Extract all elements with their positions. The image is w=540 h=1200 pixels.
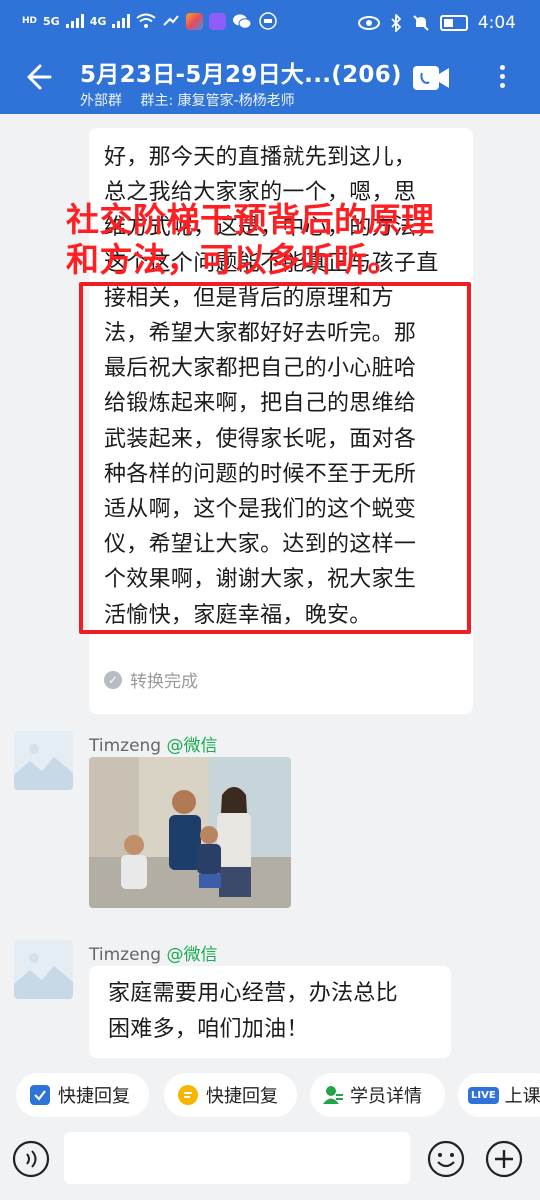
live-class-label: 上课: [504, 1086, 540, 1107]
student-details-button[interactable]: 学员详情: [310, 1073, 445, 1117]
hd-label: HD: [22, 16, 38, 26]
music-app-icon: [209, 12, 227, 30]
status-bar: HD 5G 4G 4:04: [0, 0, 540, 50]
video-call-icon[interactable]: [412, 65, 450, 91]
chat-subtitle: 外部群 群主: 康复管家-杨杨老师: [80, 90, 295, 110]
message-text: 家庭需要用心经营，办法总比 困难多，咱们加油！: [108, 981, 398, 1042]
top-bar: HD 5G 4G 4:04 5月23日-5月29日大...(206) 外部群 群…: [0, 0, 540, 114]
hd-badge-icon: [259, 12, 278, 30]
status-left: HD 5G 4G: [22, 12, 278, 30]
quick-reply-icon: [178, 1085, 198, 1105]
image-placeholder-icon: [14, 940, 73, 999]
chat-header: 5月23日-5月29日大...(206) 外部群 群主: 康复管家-杨杨老师: [0, 50, 540, 114]
annotation-text: 社交阶梯干预背后的原理 和方法，可以多听听。: [66, 200, 435, 279]
more-options-icon[interactable]: [490, 62, 514, 96]
wechat-icon: [233, 14, 252, 29]
quick-action-bar: 快捷回复 快捷回复 学员详情 LIVE 上课: [0, 1058, 540, 1132]
live-class-button[interactable]: LIVE 上课: [458, 1073, 540, 1117]
app-notification-icon: [186, 12, 204, 30]
annotation-highlight-box: [79, 282, 471, 634]
student-details-label: 学员详情: [350, 1086, 422, 1107]
wifi-icon: [136, 13, 157, 28]
quick-reply-icon: [30, 1085, 50, 1105]
signal-icon: [65, 14, 84, 28]
quick-reply-button[interactable]: 快捷回复: [16, 1073, 149, 1117]
input-bar: [0, 1132, 540, 1200]
network-4g-label: 4G: [89, 14, 107, 28]
check-circle-icon: ✓: [104, 670, 122, 689]
wechat-tag: @微信: [166, 736, 218, 756]
add-attachment-icon[interactable]: [485, 1140, 523, 1178]
image-placeholder-icon: [14, 731, 73, 790]
status-time: 4:04: [477, 13, 516, 33]
emoji-icon[interactable]: [427, 1140, 465, 1178]
conversion-status-label: 转换完成: [130, 672, 198, 692]
student-icon: [322, 1085, 343, 1105]
quick-reply-button[interactable]: 快捷回复: [164, 1073, 297, 1117]
network-5g-label: 5G: [43, 14, 60, 28]
wechat-tag: @微信: [166, 945, 218, 965]
sender-name: Timzeng @微信: [89, 736, 218, 756]
family-photo[interactable]: [89, 757, 291, 908]
group-owner-label: 群主: 康复管家-杨杨老师: [140, 93, 295, 109]
voice-input-icon[interactable]: [12, 1140, 50, 1178]
photo-image: [89, 757, 291, 908]
conversion-status: ✓ 转换完成: [104, 667, 198, 692]
message-input[interactable]: [64, 1132, 410, 1184]
avatar[interactable]: [14, 940, 73, 999]
live-icon: LIVE: [468, 1086, 499, 1104]
eye-icon: [357, 16, 380, 30]
signal-icon: [112, 14, 131, 28]
mute-icon: [413, 15, 429, 31]
group-type-label: 外部群: [80, 93, 122, 109]
chat-title[interactable]: 5月23日-5月29日大...(206): [80, 55, 402, 89]
bluetooth-icon: [391, 14, 402, 32]
battery-icon: [439, 15, 468, 31]
status-right: 4:04: [357, 13, 516, 33]
sender-name: Timzeng @微信: [89, 945, 218, 965]
quick-reply-label: 快捷回复: [206, 1086, 278, 1107]
missed-call-icon: [163, 15, 180, 26]
back-arrow-icon[interactable]: [20, 60, 54, 94]
avatar[interactable]: [14, 731, 73, 790]
message-list[interactable]: 好，那今天的直播就先到这儿， 总之我给大家家的一个，嗯，思 维方式呢，这是，中心…: [0, 114, 540, 1058]
quick-reply-label: 快捷回复: [58, 1086, 130, 1107]
